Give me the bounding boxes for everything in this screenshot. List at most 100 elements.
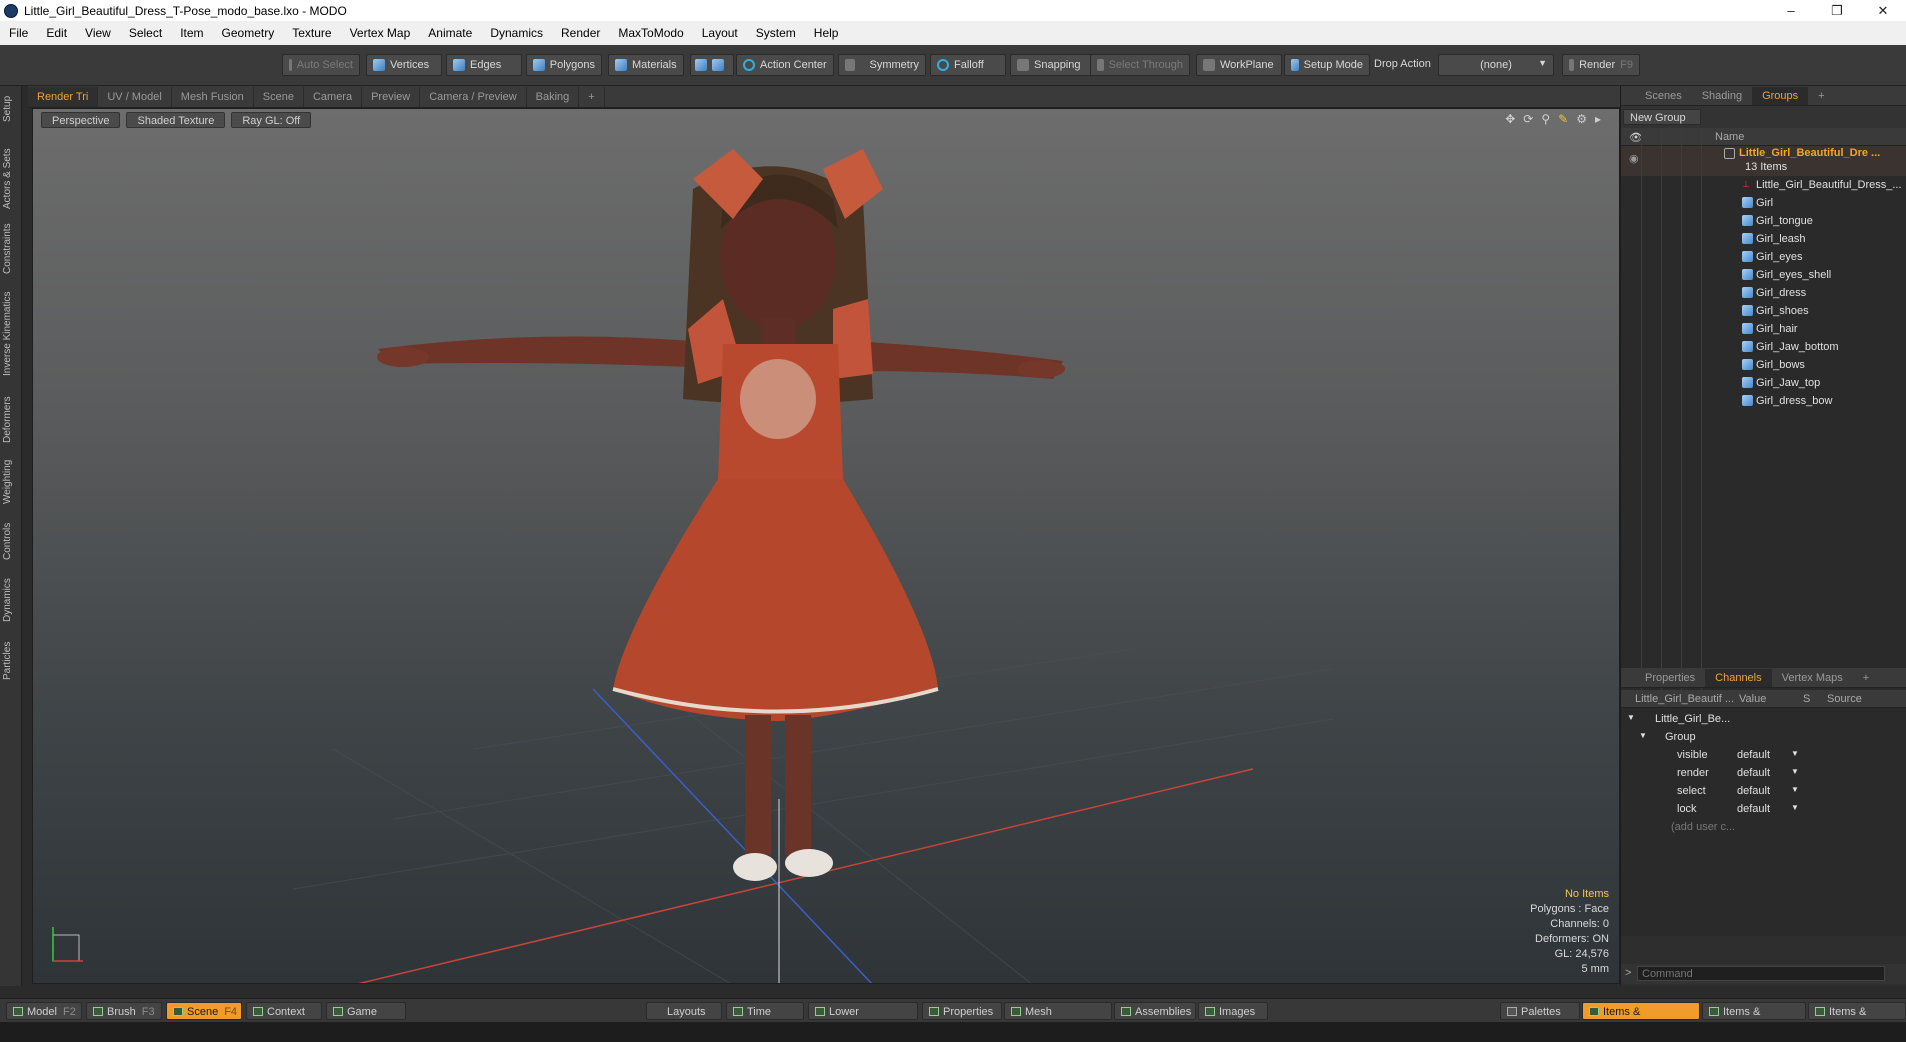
brush-icon[interactable]: ✎ xyxy=(1558,112,1568,126)
menu-help[interactable]: Help xyxy=(805,26,848,40)
expand-arrow-icon[interactable]: ▼ xyxy=(1639,731,1647,740)
lower-viewports-button[interactable]: Lower Viewports xyxy=(808,1002,918,1036)
3d-viewport[interactable]: Perspective Shaded Texture Ray GL: Off ✥… xyxy=(32,108,1620,984)
list-item[interactable]: Girl_dress xyxy=(1621,284,1906,302)
minimize-button[interactable]: – xyxy=(1768,0,1814,21)
items-groups-button[interactable]: Items & Groups xyxy=(1702,1002,1806,1036)
list-item[interactable]: Girl_dress_bow xyxy=(1621,392,1906,410)
perspective-button[interactable]: Perspective xyxy=(41,112,121,128)
new-group-button[interactable]: New Group xyxy=(1623,109,1701,125)
channel-row[interactable]: visible default ▼ xyxy=(1621,746,1906,764)
group-root-row[interactable]: ◉ Little_Girl_Beautiful_Dre ... 13 Items xyxy=(1621,146,1906,176)
scene-layout-button[interactable]: Scene F4 xyxy=(166,1002,242,1020)
channel-value-select[interactable]: default xyxy=(1737,749,1770,761)
channel-value-select[interactable]: default xyxy=(1737,785,1770,797)
menu-dynamics[interactable]: Dynamics xyxy=(481,26,552,40)
rotate-view-icon[interactable]: ⟳ xyxy=(1523,112,1533,126)
palettes-button[interactable]: Palettes xyxy=(1500,1002,1580,1020)
tab-camera[interactable]: Camera xyxy=(304,86,363,107)
select-through-button[interactable]: Select Through xyxy=(1090,54,1190,76)
gear-icon[interactable]: ⚙ xyxy=(1576,112,1587,126)
menu-vertex-map[interactable]: Vertex Map xyxy=(341,26,420,40)
tab-preview[interactable]: Preview xyxy=(362,86,421,107)
zoom-view-icon[interactable]: ⚲ xyxy=(1541,112,1550,126)
tab-deformers[interactable]: Deformers xyxy=(2,394,20,446)
tab-mesh-fusion[interactable]: Mesh Fusion xyxy=(172,86,254,107)
chevron-down-icon[interactable]: ▼ xyxy=(1791,767,1799,776)
visibility-toggle-icon[interactable]: ◉ xyxy=(1629,152,1639,165)
channel-row[interactable]: select default ▼ xyxy=(1621,782,1906,800)
model-layout-button[interactable]: Model F2 xyxy=(6,1002,82,1020)
tab-shading[interactable]: Shading xyxy=(1692,87,1752,105)
tab-camera-preview[interactable]: Camera / Preview xyxy=(420,86,527,107)
list-item[interactable]: Girl xyxy=(1621,194,1906,212)
edges-button[interactable]: Edges xyxy=(446,54,522,76)
tab-inverse-kinematics[interactable]: Inverse Kinematics xyxy=(2,284,20,384)
brush-layout-button[interactable]: Brush F3 xyxy=(86,1002,162,1020)
move-view-icon[interactable]: ✥ xyxy=(1505,112,1515,126)
list-item[interactable]: Girl_eyes_shell xyxy=(1621,266,1906,284)
tab-constraints[interactable]: Constraints xyxy=(2,220,20,278)
list-item[interactable]: Girl_eyes xyxy=(1621,248,1906,266)
command-input[interactable] xyxy=(1637,966,1885,981)
workplane-button[interactable]: WorkPlane xyxy=(1196,54,1282,76)
list-item[interactable]: Girl_tongue xyxy=(1621,212,1906,230)
vertices-button[interactable]: Vertices xyxy=(366,54,442,76)
tab-render-tri[interactable]: Render Tri xyxy=(28,86,99,107)
selection-mode-toggles[interactable] xyxy=(690,54,734,76)
list-item[interactable]: Girl_shoes xyxy=(1621,302,1906,320)
properties-button[interactable]: Properties xyxy=(922,1002,1002,1020)
menu-system[interactable]: System xyxy=(747,26,805,40)
channel-value-select[interactable]: default xyxy=(1737,803,1770,815)
menu-render[interactable]: Render xyxy=(552,26,609,40)
time-button[interactable]: Time xyxy=(726,1002,804,1020)
tab-dynamics[interactable]: Dynamics xyxy=(2,574,20,626)
polygons-button[interactable]: Polygons xyxy=(526,54,602,76)
menu-item[interactable]: Item xyxy=(171,26,212,40)
list-item[interactable]: Girl_leash xyxy=(1621,230,1906,248)
menu-animate[interactable]: Animate xyxy=(419,26,481,40)
falloff-button[interactable]: Falloff xyxy=(930,54,1006,76)
items-shading-button[interactable]: Items & Shading xyxy=(1808,1002,1906,1036)
add-panel-tab-button[interactable]: + xyxy=(1808,87,1834,105)
expand-arrow-icon[interactable]: ▸ xyxy=(1595,112,1601,126)
list-item[interactable]: Girl_bows xyxy=(1621,356,1906,374)
tab-controls[interactable]: Controls xyxy=(2,518,20,564)
tab-scene[interactable]: Scene xyxy=(254,86,304,107)
tab-scenes[interactable]: Scenes xyxy=(1635,87,1692,105)
channel-group-row[interactable]: ▼ Group xyxy=(1621,728,1906,746)
tab-vertex-maps[interactable]: Vertex Maps xyxy=(1772,669,1853,687)
menu-geometry[interactable]: Geometry xyxy=(213,26,284,40)
add-user-channel-row[interactable]: (add user c... xyxy=(1621,818,1906,836)
menu-texture[interactable]: Texture xyxy=(283,26,340,40)
setup-mode-button[interactable]: Setup Mode xyxy=(1284,54,1370,76)
shading-mode-button[interactable]: Shaded Texture xyxy=(126,112,226,128)
layouts-button[interactable]: Layouts xyxy=(646,1002,722,1020)
tab-baking[interactable]: Baking xyxy=(527,86,580,107)
expand-arrow-icon[interactable]: ▼ xyxy=(1627,713,1635,722)
close-button[interactable]: ✕ xyxy=(1860,0,1906,21)
auto-select-button[interactable]: Auto Select xyxy=(282,54,360,76)
menu-file[interactable]: File xyxy=(0,26,37,40)
drop-action-select[interactable]: (none) ▼ xyxy=(1438,54,1554,76)
menu-view[interactable]: View xyxy=(76,26,120,40)
list-item[interactable]: ⊥ Little_Girl_Beautiful_Dress_... xyxy=(1621,176,1906,194)
tab-actors-sets[interactable]: Actors & Sets xyxy=(2,144,20,214)
restore-button[interactable]: ❐ xyxy=(1814,0,1860,21)
context-layout-button[interactable]: Context xyxy=(246,1002,322,1020)
menu-maxtomodo[interactable]: MaxToModo xyxy=(609,26,692,40)
list-item[interactable]: Girl_Jaw_top xyxy=(1621,374,1906,392)
channel-row[interactable]: lock default ▼ xyxy=(1621,800,1906,818)
add-properties-tab-button[interactable]: + xyxy=(1853,669,1879,687)
tab-setup[interactable]: Setup xyxy=(2,90,20,128)
list-item[interactable]: Girl_hair xyxy=(1621,320,1906,338)
tab-weighting[interactable]: Weighting xyxy=(2,456,20,508)
tab-uv-model[interactable]: UV / Model xyxy=(98,86,172,107)
tab-properties[interactable]: Properties xyxy=(1635,669,1705,687)
mesh-operations-button[interactable]: Mesh Operations xyxy=(1004,1002,1112,1036)
images-button[interactable]: Images xyxy=(1198,1002,1268,1020)
menu-edit[interactable]: Edit xyxy=(37,26,76,40)
snapping-button[interactable]: Snapping xyxy=(1010,54,1096,76)
channel-value-select[interactable]: default xyxy=(1737,767,1770,779)
chevron-down-icon[interactable]: ▼ xyxy=(1791,749,1799,758)
